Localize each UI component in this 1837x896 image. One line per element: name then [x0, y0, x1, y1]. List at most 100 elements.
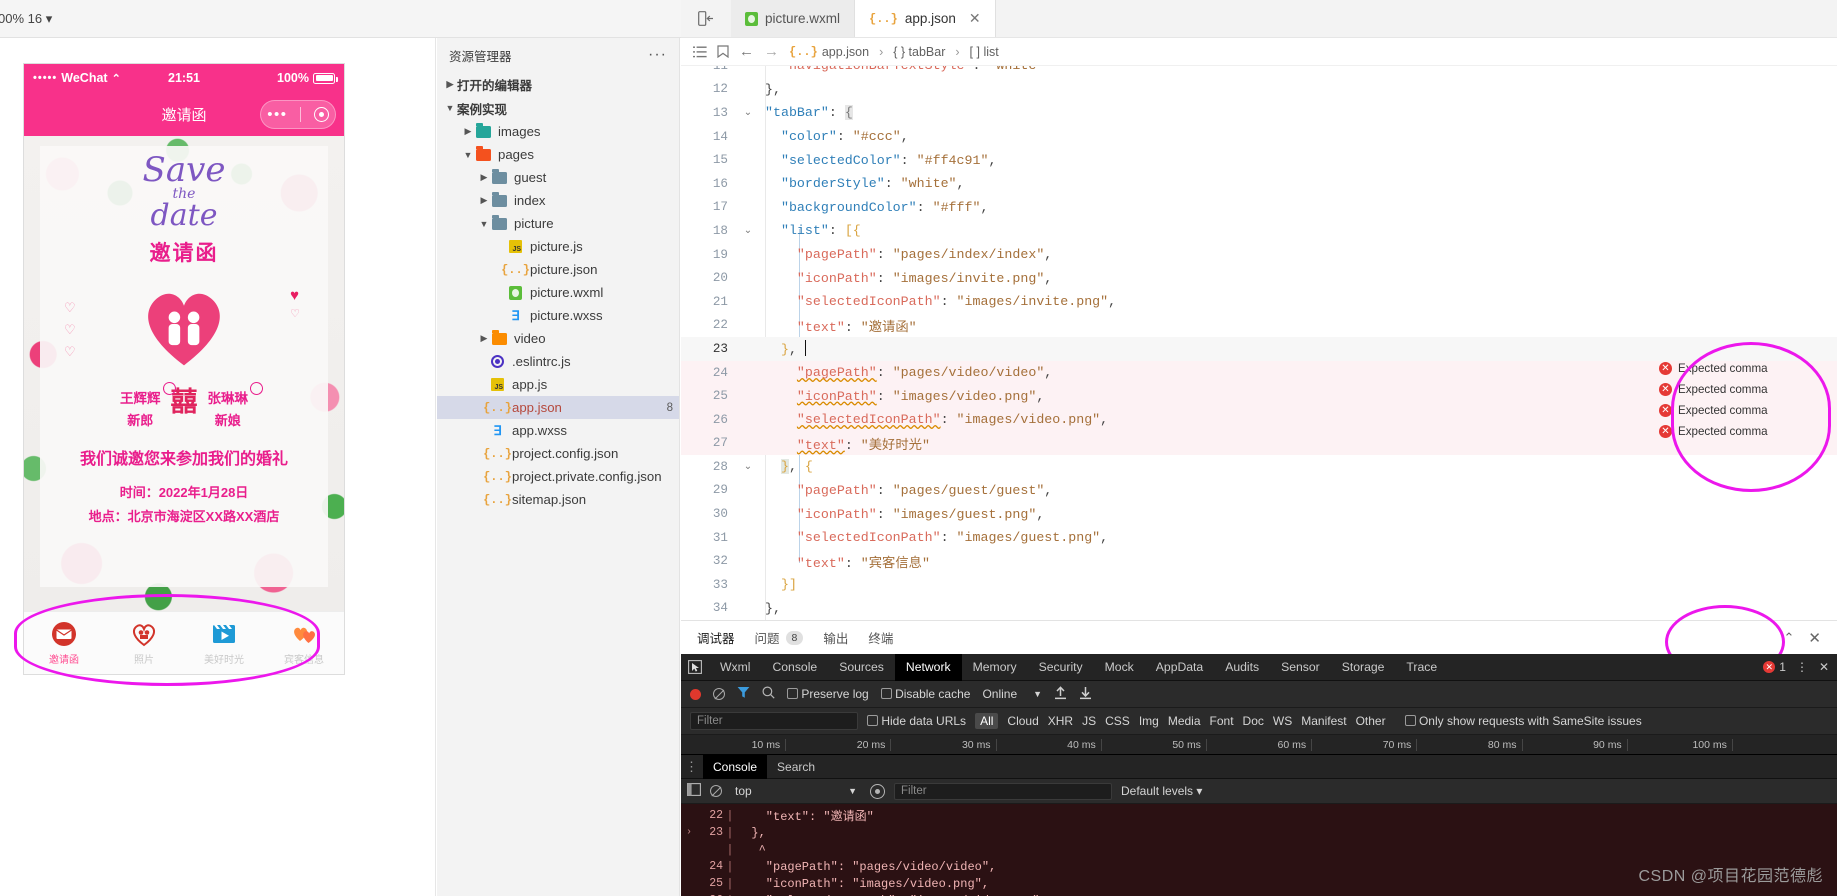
tree-item-app-js[interactable]: JS app.js — [437, 373, 679, 396]
export-har-icon[interactable] — [1079, 686, 1092, 703]
fold-toggle[interactable]: ⌄ — [737, 107, 759, 119]
filter-type-media[interactable]: Media — [1168, 714, 1201, 728]
clear-icon[interactable] — [713, 688, 725, 700]
tree-item-app-wxss[interactable]: ∃ app.wxss — [437, 419, 679, 442]
tree-item-eslintrc[interactable]: .eslintrc.js — [437, 350, 679, 373]
panel-tab-terminal[interactable]: 终端 — [868, 621, 893, 655]
live-expression-icon[interactable] — [870, 783, 885, 799]
back-arrow-icon[interactable]: ← — [739, 43, 754, 60]
tree-item-picture-js[interactable]: JS picture.js — [437, 235, 679, 258]
clear-console-icon[interactable] — [710, 785, 722, 797]
code-line[interactable]: 16 "borderStyle": "white", — [681, 172, 1837, 196]
tree-item-sitemap[interactable]: {..} sitemap.json — [437, 488, 679, 511]
tree-item-images[interactable]: ▶ images — [437, 120, 679, 143]
tree-item-picture-json[interactable]: {..} picture.json — [437, 258, 679, 281]
devtools-tab-console[interactable]: Console — [761, 654, 828, 681]
filter-type-js[interactable]: JS — [1082, 714, 1096, 728]
expand-arrow-icon[interactable]: › — [681, 827, 697, 838]
devtools-error-badge[interactable]: ✕ 1 — [1763, 660, 1786, 674]
code-line[interactable]: 19 "pagePath": "pages/index/index", — [681, 243, 1837, 267]
hide-data-urls-checkbox[interactable]: Hide data URLs — [867, 714, 966, 728]
filter-type-cloud[interactable]: Cloud — [1007, 714, 1038, 728]
tabbar-item-photo[interactable]: 照片 — [104, 620, 184, 666]
tree-item-picture-wxml[interactable]: picture.wxml — [437, 281, 679, 304]
import-har-icon[interactable] — [1054, 685, 1067, 703]
code-line[interactable]: 33 }] — [681, 573, 1837, 597]
capsule-menu-icon[interactable]: ••• — [267, 107, 287, 122]
tabbar-item-guest[interactable]: 宾客信息 — [264, 620, 344, 666]
devtools-tab-network[interactable]: Network — [894, 653, 962, 681]
wechat-capsule[interactable]: ••• — [260, 100, 336, 129]
devtools-tab-appdata[interactable]: AppData — [1145, 654, 1214, 681]
filter-type-xhr[interactable]: XHR — [1048, 714, 1073, 728]
samesite-checkbox[interactable]: Only show requests with SameSite issues — [1404, 714, 1642, 728]
tree-item-pages[interactable]: ▼ pages — [437, 143, 679, 166]
error-marker[interactable]: ✕ Expected comma — [1659, 358, 1837, 379]
filter-type-other[interactable]: Other — [1356, 714, 1386, 728]
split-editor-icon[interactable] — [681, 0, 731, 37]
code-line[interactable]: 34 }, — [681, 597, 1837, 620]
throttling-select[interactable]: Online ▼ — [982, 687, 1042, 701]
console-levels-select[interactable]: Default levels ▾ — [1121, 784, 1202, 798]
error-marker[interactable]: ✕ Expected comma — [1659, 400, 1837, 421]
code-line[interactable]: 15 "selectedColor": "#ff4c91", — [681, 148, 1837, 172]
tabbar-item-invite[interactable]: 邀请函 — [24, 620, 104, 666]
breadcrumb-item-tabbar[interactable]: { } tabBar — [893, 45, 945, 59]
capsule-close-icon[interactable] — [313, 107, 329, 122]
forward-arrow-icon[interactable]: → — [764, 43, 779, 60]
console-sidebar-toggle-icon[interactable] — [687, 783, 701, 799]
code-line[interactable]: 21 "selectedIconPath": "images/invite.pn… — [681, 290, 1837, 314]
console-filter-input[interactable]: Filter — [894, 782, 1112, 800]
filter-type-manifest[interactable]: Manifest — [1301, 714, 1346, 728]
tree-item-index[interactable]: ▶ index — [437, 189, 679, 212]
panel-tab-problems[interactable]: 问题 8 — [755, 621, 804, 655]
tree-item-picture-wxss[interactable]: ∃ picture.wxss — [437, 304, 679, 327]
bookmark-icon[interactable] — [717, 45, 729, 58]
devtools-tab-trace[interactable]: Trace — [1395, 654, 1448, 681]
drawer-tab-console[interactable]: Console — [703, 754, 768, 779]
disable-cache-checkbox[interactable]: Disable cache — [880, 687, 970, 701]
close-icon[interactable]: ✕ — [969, 10, 981, 27]
filter-type-all[interactable]: All — [975, 713, 999, 729]
preserve-log-checkbox[interactable]: Preserve log — [787, 687, 869, 701]
filter-type-doc[interactable]: Doc — [1243, 714, 1264, 728]
code-line[interactable]: 14 "color": "#ccc", — [681, 125, 1837, 149]
devtools-close-icon[interactable]: ✕ — [1819, 660, 1829, 674]
editor-tab-app-json[interactable]: {..} app.json ✕ — [855, 0, 996, 37]
network-filter-input[interactable]: Filter — [690, 712, 858, 730]
devtools-tab-security[interactable]: Security — [1028, 654, 1094, 681]
tree-item-project-private-config[interactable]: {..} project.private.config.json — [437, 465, 679, 488]
fold-toggle[interactable]: ⌄ — [737, 461, 759, 473]
explorer-section-project[interactable]: ▼ 案例实现 — [437, 96, 679, 120]
code-line[interactable]: 11 "navigationBarTextStyle": "white" — [681, 66, 1837, 78]
code-line[interactable]: 13 ⌄ "tabBar": { — [681, 101, 1837, 125]
devtools-tab-sources[interactable]: Sources — [828, 654, 895, 681]
close-icon[interactable]: ✕ — [1808, 629, 1821, 647]
inspect-element-icon[interactable] — [681, 660, 709, 674]
devtools-tab-sensor[interactable]: Sensor — [1270, 654, 1331, 681]
code-editor[interactable]: 11 "navigationBarTextStyle": "white" 12 … — [681, 66, 1837, 620]
devtools-tab-mock[interactable]: Mock — [1094, 654, 1145, 681]
filter-type-font[interactable]: Font — [1210, 714, 1234, 728]
devtools-kebab-icon[interactable]: ⋮ — [1796, 660, 1809, 674]
panel-tab-debugger[interactable]: 调试器 — [697, 621, 735, 655]
code-line[interactable]: 18 ⌄ "list": [{ — [681, 219, 1837, 243]
code-line[interactable]: 22 "text": "邀请函" — [681, 314, 1837, 338]
console-context-select[interactable]: top ▼ — [731, 784, 861, 798]
filter-icon[interactable] — [737, 686, 750, 702]
devtools-tab-memory[interactable]: Memory — [962, 654, 1028, 681]
drawer-tab-search[interactable]: Search — [767, 755, 825, 779]
record-icon[interactable] — [690, 688, 701, 700]
filter-type-css[interactable]: CSS — [1105, 714, 1130, 728]
fold-toggle[interactable]: ⌄ — [737, 225, 759, 237]
code-line[interactable]: 12 }, — [681, 78, 1837, 102]
filter-type-ws[interactable]: WS — [1273, 714, 1292, 728]
error-marker[interactable]: ✕ Expected comma — [1659, 379, 1837, 400]
tree-item-project-config[interactable]: {..} project.config.json — [437, 442, 679, 465]
code-line[interactable]: 30 "iconPath": "images/guest.png", — [681, 502, 1837, 526]
breadcrumb-item-file[interactable]: {..} app.json — [789, 45, 869, 59]
tree-item-video[interactable]: ▶ video — [437, 327, 679, 350]
chevron-up-icon[interactable]: ⌃ — [1784, 630, 1795, 646]
drawer-kebab-icon[interactable]: ⋮ — [681, 759, 703, 775]
zoom-level-select[interactable]: 00% 16 ▾ — [0, 11, 52, 27]
